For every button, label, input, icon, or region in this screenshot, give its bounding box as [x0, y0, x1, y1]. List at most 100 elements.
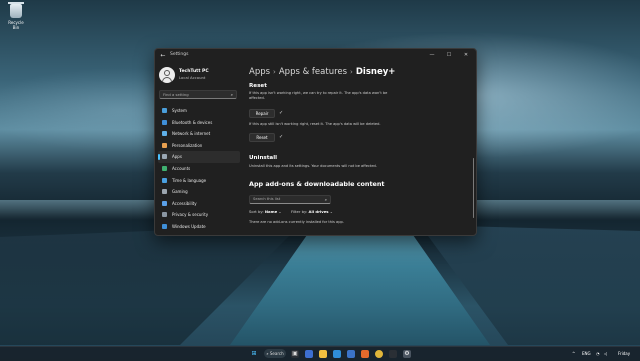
- maximize-button[interactable]: ☐: [443, 50, 455, 60]
- sidebar-item-system[interactable]: System: [158, 105, 240, 117]
- search-icon: ⌕: [266, 351, 269, 356]
- taskbar-search[interactable]: ⌕ Search: [264, 349, 286, 358]
- sidebar-nav: System Bluetooth & devices Network & int…: [158, 105, 240, 233]
- addons-search-placeholder: Search this list: [253, 197, 281, 201]
- task-view-icon[interactable]: ▣: [291, 350, 299, 358]
- filter-dropdown[interactable]: Filter by: All drives ⌄: [291, 209, 333, 214]
- taskbar-search-label: Search: [269, 351, 284, 356]
- breadcrumb-apps[interactable]: Apps: [249, 67, 270, 77]
- update-icon: [162, 223, 167, 229]
- sidebar-item-accessibility[interactable]: Accessibility: [158, 198, 240, 210]
- chevron-right-icon: ›: [273, 68, 276, 76]
- sidebar-item-privacy[interactable]: Privacy & security: [158, 209, 240, 221]
- settings-gear-icon[interactable]: ⚙: [403, 350, 411, 358]
- file-explorer-icon[interactable]: [319, 350, 327, 358]
- volume-icon[interactable]: ◁: [604, 350, 607, 358]
- taskbar: ⊞ ⌕ Search ▣ ⚙ ^ ENG ◔ ◁ Friday: [0, 346, 640, 361]
- uninstall-heading: Uninstall: [249, 155, 278, 161]
- store-icon[interactable]: [347, 350, 355, 358]
- recycle-bin-desktop-icon[interactable]: Recycle Bin: [5, 2, 27, 30]
- language-indicator[interactable]: ENG: [582, 350, 591, 358]
- widgets-icon[interactable]: [305, 350, 313, 358]
- sidebar-item-time-language[interactable]: Time & language: [158, 175, 240, 187]
- bluetooth-icon: [162, 119, 167, 125]
- sidebar-item-label: Gaming: [172, 189, 188, 195]
- find-setting-input[interactable]: Find a setting ⌕: [159, 90, 237, 99]
- sidebar-item-label: Apps: [172, 154, 182, 160]
- shield-icon: [162, 212, 167, 218]
- sidebar-item-windows-update[interactable]: Windows Update: [158, 221, 240, 233]
- clock-icon: [162, 177, 167, 183]
- sort-label: Sort by:: [249, 209, 264, 214]
- sidebar-item-label: Accessibility: [172, 200, 197, 206]
- chevron-right-icon: ›: [350, 68, 353, 76]
- settings-window: ← Settings — ☐ ✕ TechTutt PC Local Accou…: [154, 48, 477, 236]
- sidebar: TechTutt PC Local Account Find a setting…: [155, 63, 241, 235]
- addons-search-input[interactable]: Search this list ⌕: [249, 195, 331, 204]
- find-setting-placeholder: Find a setting: [163, 92, 189, 97]
- title-bar: ← Settings — ☐ ✕: [155, 49, 476, 63]
- filter-label: Filter by:: [291, 209, 308, 214]
- reset-heading: Reset: [249, 83, 267, 89]
- wifi-icon[interactable]: ◔: [596, 350, 600, 358]
- recycle-bin-label: Recycle Bin: [8, 20, 24, 30]
- brush-icon: [162, 142, 167, 148]
- sidebar-item-accounts[interactable]: Accounts: [158, 163, 240, 175]
- clock-day[interactable]: Friday: [618, 350, 630, 358]
- chevron-up-icon[interactable]: ^: [572, 350, 575, 358]
- monitor-icon: [162, 108, 167, 113]
- search-icon: ⌕: [230, 92, 233, 97]
- sidebar-item-label: Personalization: [172, 142, 203, 148]
- addons-heading: App add-ons & downloadable content: [249, 180, 385, 188]
- sidebar-item-label: Windows Update: [172, 223, 206, 229]
- search-icon: ⌕: [324, 197, 327, 202]
- person-icon: [162, 165, 167, 171]
- sidebar-item-gaming[interactable]: Gaming: [158, 186, 240, 198]
- uninstall-description: Uninstall this app and its settings. You…: [249, 164, 377, 168]
- minimize-button[interactable]: —: [426, 50, 438, 60]
- breadcrumb: Apps › Apps & features › Disney+: [249, 67, 395, 77]
- sidebar-item-apps[interactable]: Apps: [158, 151, 240, 163]
- chevron-down-icon: ⌄: [329, 209, 333, 214]
- sort-dropdown[interactable]: Sort by: Name ⌄: [249, 209, 282, 214]
- window-title: Settings: [170, 52, 189, 57]
- edge-icon[interactable]: [333, 350, 341, 358]
- reset-description: If this app still isn't working right, r…: [249, 122, 381, 126]
- page-title: Disney+: [355, 67, 396, 77]
- firefox-icon[interactable]: [361, 350, 369, 358]
- controller-icon: [162, 189, 167, 195]
- user-name: TechTutt PC: [179, 69, 209, 74]
- check-icon: ✓: [279, 134, 284, 140]
- sidebar-item-label: Bluetooth & devices: [172, 119, 213, 125]
- scrollbar[interactable]: [472, 158, 474, 218]
- accessibility-icon: [162, 200, 167, 206]
- chevron-down-icon: ⌄: [278, 209, 282, 214]
- filter-value: All drives: [308, 209, 329, 214]
- avatar[interactable]: [159, 67, 175, 83]
- chrome-icon[interactable]: [375, 350, 383, 358]
- sidebar-item-personalization[interactable]: Personalization: [158, 140, 240, 152]
- check-icon: ✓: [279, 110, 284, 116]
- main-content: Apps › Apps & features › Disney+ Reset If th…: [241, 63, 476, 235]
- repair-button[interactable]: Repair: [249, 109, 275, 118]
- apps-icon: [162, 154, 167, 160]
- recycle-bin-icon: [8, 2, 24, 18]
- reset-button[interactable]: Reset: [249, 133, 275, 142]
- start-icon[interactable]: ⊞: [250, 350, 258, 358]
- sort-value: Name: [264, 209, 278, 214]
- wifi-icon: [162, 131, 167, 137]
- breadcrumb-apps-features[interactable]: Apps & features: [279, 67, 347, 77]
- sidebar-item-label: Network & internet: [172, 131, 211, 137]
- sidebar-item-label: System: [172, 108, 187, 113]
- edge-browser-icon[interactable]: [389, 350, 397, 358]
- account-type: Local Account: [179, 75, 206, 80]
- back-button[interactable]: ←: [158, 51, 168, 61]
- repair-description: If this app isn't working right, we can …: [249, 91, 388, 100]
- sidebar-item-label: Time & language: [172, 177, 207, 183]
- sidebar-item-bluetooth[interactable]: Bluetooth & devices: [158, 117, 240, 129]
- sidebar-item-label: Accounts: [172, 165, 191, 171]
- close-button[interactable]: ✕: [460, 50, 472, 60]
- addons-empty-text: There are no add-ons currently installed…: [249, 220, 344, 224]
- sidebar-item-label: Privacy & security: [172, 212, 209, 218]
- sidebar-item-network[interactable]: Network & internet: [158, 128, 240, 140]
